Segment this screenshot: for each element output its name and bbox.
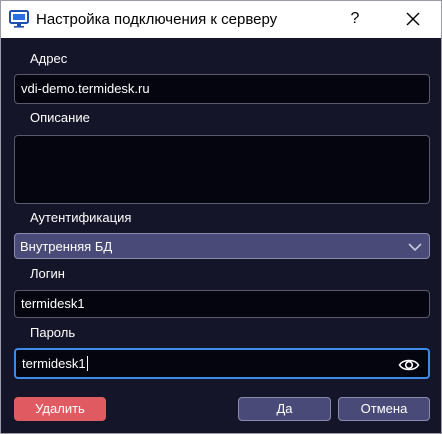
- password-value: termidesk1: [22, 356, 86, 371]
- description-textarea[interactable]: [14, 135, 430, 204]
- connection-settings-dialog: Настройка подключения к серверу ? Адрес …: [0, 0, 442, 434]
- description-label: Описание: [30, 110, 90, 125]
- ok-button[interactable]: Да: [238, 397, 331, 421]
- auth-select[interactable]: Внутренняя БД: [14, 233, 430, 259]
- server-connection-icon: [9, 10, 29, 28]
- login-input[interactable]: termidesk1: [14, 290, 430, 318]
- password-text: termidesk1: [22, 356, 88, 372]
- window-title: Настройка подключения к серверу: [36, 11, 278, 28]
- close-icon: [406, 12, 420, 26]
- eye-icon[interactable]: [398, 357, 420, 373]
- text-caret: [86, 356, 88, 371]
- password-label: Пароль: [30, 325, 76, 340]
- close-button[interactable]: [399, 5, 427, 33]
- login-label: Логин: [30, 266, 65, 281]
- delete-button[interactable]: Удалить: [14, 397, 106, 421]
- login-value: termidesk1: [21, 296, 85, 311]
- auth-selected-value: Внутренняя БД: [20, 239, 113, 254]
- address-input[interactable]: vdi-demo.termidesk.ru: [14, 74, 430, 104]
- title-bar[interactable]: Настройка подключения к серверу ?: [1, 1, 441, 38]
- address-label: Адрес: [30, 51, 68, 66]
- chevron-down-icon: [407, 240, 423, 254]
- password-input[interactable]: termidesk1: [14, 348, 430, 379]
- address-value: vdi-demo.termidesk.ru: [21, 81, 150, 96]
- cancel-button[interactable]: Отмена: [338, 397, 430, 421]
- help-button[interactable]: ?: [341, 5, 369, 33]
- auth-label: Аутентификация: [30, 210, 132, 225]
